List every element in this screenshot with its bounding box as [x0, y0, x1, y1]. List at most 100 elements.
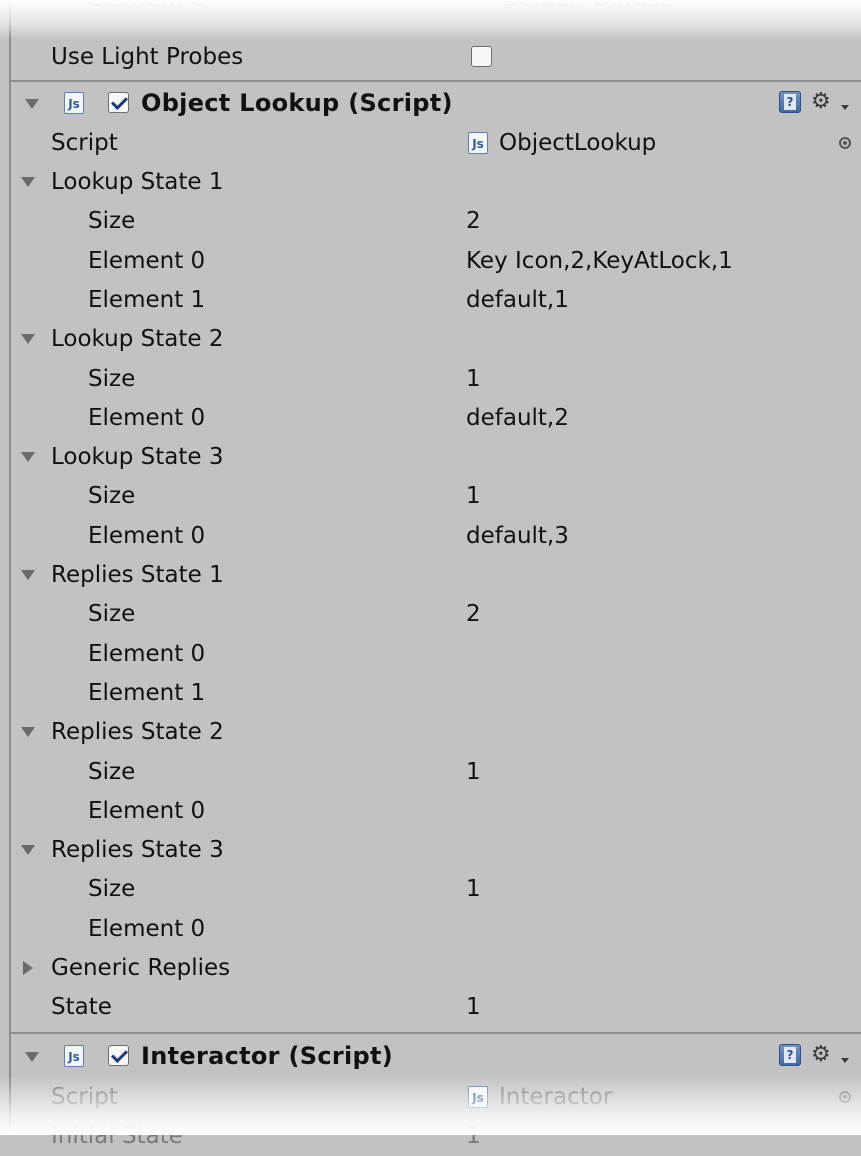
interactor-header[interactable]: Js Interactor (Script) ⚙ [11, 1037, 861, 1077]
interactor-script-field[interactable]: Interactor [499, 1078, 612, 1117]
property-field[interactable]: 2 [466, 202, 481, 241]
material-element-value[interactable]: Default-Diffuse [501, 0, 674, 19]
foldout-label[interactable]: Replies State 3 [51, 831, 224, 870]
javascript-file-icon: Js [468, 1086, 488, 1108]
component-divider [11, 1032, 861, 1034]
property-row: Size 1 [11, 870, 861, 909]
property-label: Size [88, 759, 136, 785]
javascript-file-icon: Js [64, 1045, 84, 1067]
object-lookup-header[interactable]: Js Object Lookup (Script) ⚙ [11, 84, 861, 124]
foldout-label[interactable]: Lookup State 2 [51, 320, 223, 359]
inspector-panel: Element 0 Default-Diffuse Use Light Prob… [9, 0, 861, 1149]
foldout-row: Replies State 1 [11, 556, 861, 595]
property-row: Element 0 [11, 635, 861, 674]
foldout-row: Replies State 2 [11, 713, 861, 752]
property-row: Element 0 default,3 [11, 517, 861, 556]
property-field[interactable]: 1 [466, 477, 481, 516]
property-field[interactable]: 1 [466, 988, 481, 1027]
use-light-probes-checkbox[interactable] [471, 46, 492, 67]
property-row: Element 0 [11, 792, 861, 831]
property-field[interactable]: 2 [466, 595, 481, 634]
interactor-script-label: Script [51, 1084, 118, 1110]
foldout-label[interactable]: Lookup State 3 [51, 438, 223, 477]
property-row: Element 0 Key Icon,2,KeyAtLock,1 [11, 242, 861, 281]
foldout-row: Replies State 3 [11, 831, 861, 870]
property-label: Element 0 [88, 916, 206, 942]
script-field[interactable]: ObjectLookup [499, 124, 656, 163]
help-book-icon[interactable] [779, 91, 801, 113]
property-field[interactable]: default,1 [466, 281, 569, 320]
property-label: Element 0 [88, 248, 206, 274]
material-element-label: Element 0 [88, 0, 205, 19]
property-row: Element 1 [11, 674, 861, 713]
property-field[interactable]: Key Icon,2,KeyAtLock,1 [466, 242, 733, 281]
foldout-row: Lookup State 2 [11, 320, 861, 359]
property-row: Size 2 [11, 202, 861, 241]
property-field[interactable]: 1 [466, 870, 481, 909]
property-field[interactable]: default,2 [466, 399, 569, 438]
help-book-icon[interactable] [779, 1044, 801, 1066]
property-label: State [51, 994, 112, 1020]
object-lookup-title: Object Lookup (Script) [141, 89, 453, 117]
property-label: Size [88, 483, 136, 509]
use-light-probes-row: Use Light Probes [11, 38, 861, 77]
initial-state-label: Initial State [51, 1123, 183, 1149]
javascript-file-icon: Js [64, 92, 84, 114]
interactor-enabled-checkbox[interactable] [108, 1045, 129, 1066]
property-label: Size [88, 601, 136, 627]
collapse-arrow-icon[interactable] [25, 99, 39, 109]
property-label: Element 0 [88, 641, 206, 667]
property-row: Size 2 [11, 595, 861, 634]
property-row: Size 1 [11, 360, 861, 399]
script-row: Script Js ObjectLookup [11, 124, 861, 163]
property-label: Element 0 [88, 523, 206, 549]
collapse-arrow-icon[interactable] [21, 177, 35, 187]
interactor-title: Interactor (Script) [141, 1042, 394, 1070]
javascript-file-icon: Js [468, 132, 488, 154]
property-field[interactable]: 1 [466, 753, 481, 792]
gear-icon[interactable]: ⚙ [811, 1040, 831, 1070]
property-row: Element 0 [11, 910, 861, 949]
interactor-script-row: Script Js Interactor [11, 1078, 861, 1117]
object-picker-icon[interactable] [839, 1091, 851, 1103]
property-row: Size 1 [11, 753, 861, 792]
collapse-arrow-icon[interactable] [21, 570, 35, 580]
collapse-arrow-icon[interactable] [21, 845, 35, 855]
gear-icon[interactable]: ⚙ [811, 87, 831, 117]
script-label: Script [51, 130, 118, 156]
use-light-probes-label: Use Light Probes [51, 44, 244, 70]
property-row: Element 1 default,1 [11, 281, 861, 320]
property-field[interactable]: default,3 [466, 517, 569, 556]
foldout-row: Generic Replies [11, 949, 861, 988]
foldout-label[interactable]: Lookup State 1 [51, 163, 223, 202]
property-label: Element 1 [88, 287, 206, 313]
property-field[interactable]: 1 [466, 360, 481, 399]
collapse-arrow-icon[interactable] [21, 452, 35, 462]
foldout-label[interactable]: Replies State 2 [51, 713, 224, 752]
property-label: Element 0 [88, 798, 206, 824]
property-label: Element 1 [88, 680, 206, 706]
property-label: Size [88, 208, 136, 234]
initial-state-row: Initial State 1 [11, 1117, 861, 1156]
property-label: Size [88, 366, 136, 392]
collapse-arrow-icon[interactable] [21, 334, 35, 344]
gear-dropdown-arrow-icon [841, 1058, 849, 1063]
object-lookup-enabled-checkbox[interactable] [108, 92, 129, 113]
property-row: State 1 [11, 988, 861, 1027]
foldout-row: Lookup State 3 [11, 438, 861, 477]
property-row: Size 1 [11, 477, 861, 516]
property-row: Element 0 default,2 [11, 399, 861, 438]
initial-state-field[interactable]: 1 [466, 1117, 481, 1156]
material-element-row: Element 0 Default-Diffuse [11, 0, 861, 19]
expand-arrow-icon[interactable] [23, 961, 33, 975]
collapse-arrow-icon[interactable] [25, 1052, 39, 1062]
component-divider [11, 80, 861, 82]
foldout-label[interactable]: Generic Replies [51, 949, 230, 988]
gear-dropdown-arrow-icon [841, 105, 849, 110]
foldout-row: Lookup State 1 [11, 163, 861, 202]
property-label: Element 0 [88, 405, 206, 431]
collapse-arrow-icon[interactable] [21, 727, 35, 737]
object-picker-icon[interactable] [839, 137, 851, 149]
property-label: Size [88, 876, 136, 902]
foldout-label[interactable]: Replies State 1 [51, 556, 224, 595]
